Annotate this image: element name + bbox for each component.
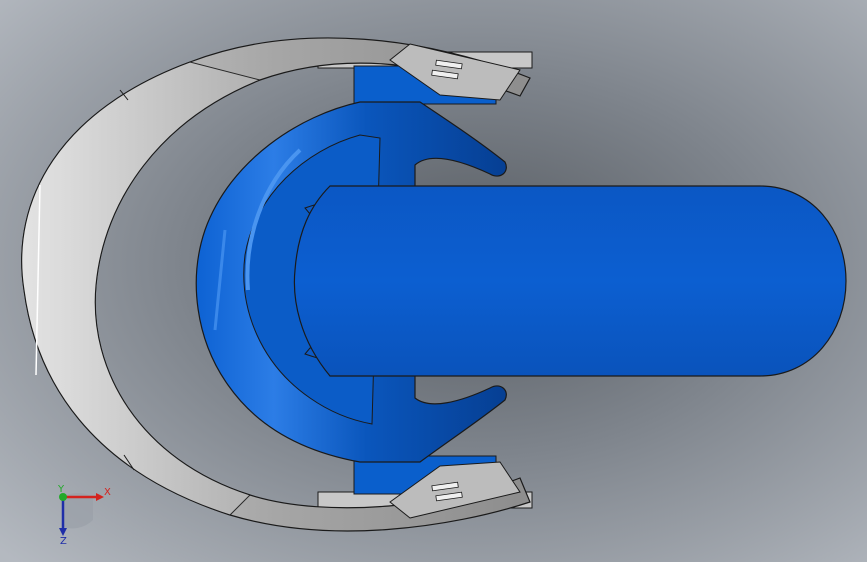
graphics-viewport[interactable]: X Y Z (0, 0, 867, 562)
y-axis-label: Y (57, 484, 65, 495)
x-axis-label: X (104, 487, 111, 498)
z-axis-label: Z (60, 536, 67, 547)
model-view[interactable]: X Y Z (0, 0, 867, 562)
handle-bar[interactable] (293, 185, 847, 377)
